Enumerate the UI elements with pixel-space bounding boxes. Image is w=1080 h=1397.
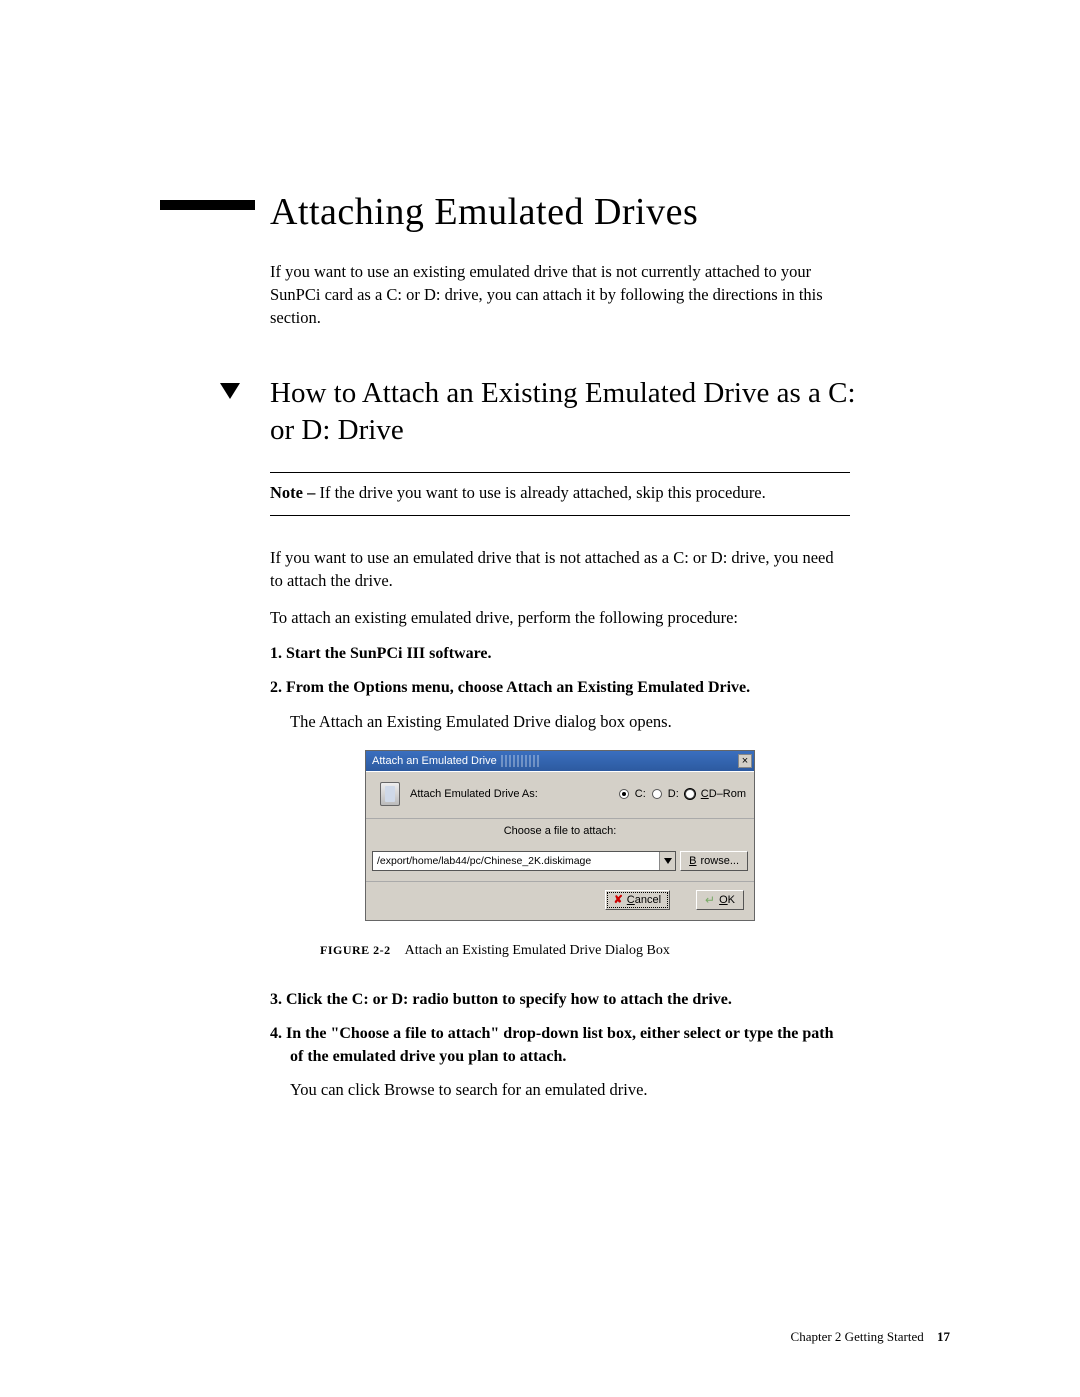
footer-chapter: Chapter 2 Getting Started <box>791 1329 924 1344</box>
drive-icon <box>380 782 400 806</box>
section-marker-icon <box>160 375 270 405</box>
note-text: If the drive you want to use is already … <box>315 483 765 502</box>
page-footer: Chapter 2 Getting Started 17 <box>791 1329 950 1345</box>
step-3: 3. Click the C: or D: radio button to sp… <box>270 989 850 1011</box>
radio-cdrom[interactable] <box>685 789 695 799</box>
section-rule <box>160 200 255 210</box>
step-2-subtext: The Attach an Existing Emulated Drive di… <box>290 712 850 732</box>
radio-c-label: C: <box>635 788 646 800</box>
note-block: Note – If the drive you want to use is a… <box>270 472 850 516</box>
section-heading: How to Attach an Existing Emulated Drive… <box>270 375 860 448</box>
step-1: 1. Start the SunPCi III software. <box>270 643 850 665</box>
note-label: Note – <box>270 483 315 502</box>
footer-page-number: 17 <box>937 1329 950 1344</box>
step-2: 2. From the Options menu, choose Attach … <box>270 677 850 699</box>
radio-c[interactable] <box>619 789 629 799</box>
figure-label: FIGURE 2-2 <box>320 943 391 957</box>
step-4: 4. In the "Choose a file to attach" drop… <box>270 1023 850 1068</box>
dialog-attach-emulated-drive: Attach an Emulated Drive × Attach Emulat… <box>365 750 755 921</box>
choose-file-label: Choose a file to attach: <box>366 818 754 847</box>
figure-caption: FIGURE 2-2 Attach an Existing Emulated Dr… <box>320 943 960 959</box>
file-path-value: /export/home/lab44/pc/Chinese_2K.diskima… <box>377 855 591 867</box>
radio-d[interactable] <box>652 789 662 799</box>
browse-button[interactable]: Browse... <box>680 851 748 871</box>
file-path-combo[interactable]: /export/home/lab44/pc/Chinese_2K.diskima… <box>372 851 676 871</box>
figure-text: Attach an Existing Emulated Drive Dialog… <box>405 943 670 958</box>
body-paragraph: If you want to use an emulated drive tha… <box>270 546 850 592</box>
chevron-down-icon[interactable] <box>659 852 675 870</box>
radio-d-label: D: <box>668 788 679 800</box>
intro-paragraph: If you want to use an existing emulated … <box>270 260 850 329</box>
ok-icon: ↵ <box>705 893 715 907</box>
dialog-title: Attach an Emulated Drive <box>372 755 497 767</box>
ok-button[interactable]: ↵ OK <box>696 890 744 910</box>
titlebar-texture <box>501 755 541 767</box>
step-4-subtext: You can click Browse to search for an em… <box>290 1080 850 1100</box>
attach-as-label: Attach Emulated Drive As: <box>410 788 538 800</box>
radio-cdrom-label: CD–Rom <box>701 788 746 800</box>
cancel-button[interactable]: ✘ Cancel <box>605 890 670 910</box>
close-icon[interactable]: × <box>738 754 752 768</box>
body-paragraph: To attach an existing emulated drive, pe… <box>270 606 850 629</box>
x-icon: ✘ <box>614 893 623 906</box>
page-title: Attaching Emulated Drives <box>270 190 960 234</box>
dialog-titlebar: Attach an Emulated Drive × <box>366 751 754 771</box>
